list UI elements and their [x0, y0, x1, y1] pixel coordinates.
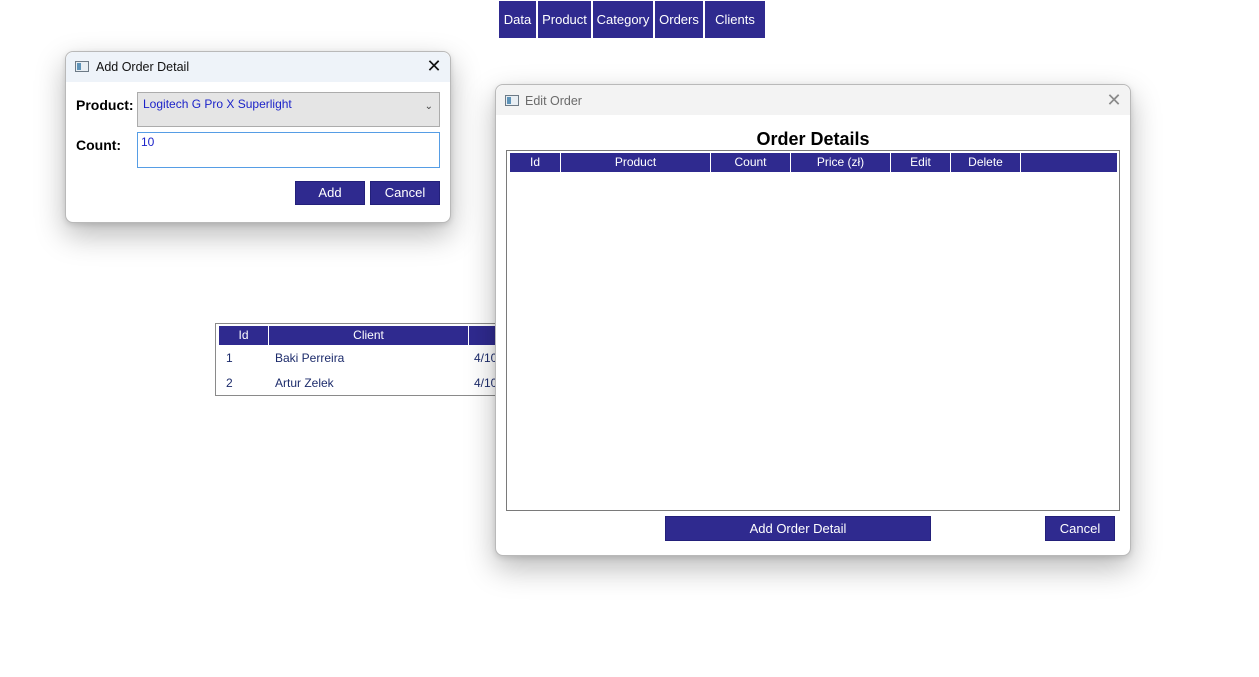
grid-col-edit[interactable]: Edit — [891, 153, 951, 172]
row-date: 4/10 — [474, 351, 498, 365]
row-id: 2 — [226, 376, 233, 390]
count-label: Count: — [76, 137, 122, 153]
edit-order-window: Edit Order ✕ Order Details Id Product Co… — [495, 84, 1131, 556]
add-order-detail-window: Add Order Detail ✕ Product: Logitech G P… — [65, 51, 451, 223]
app-window-icon — [505, 95, 519, 106]
grid-col-id[interactable]: Id — [510, 153, 561, 172]
row-id: 1 — [226, 351, 233, 365]
grid-col-price[interactable]: Price (zł) — [791, 153, 891, 172]
product-select[interactable]: Logitech G Pro X Superlight ⌄ — [137, 92, 440, 127]
close-icon[interactable]: ✕ — [1106, 91, 1122, 109]
product-label: Product: — [76, 97, 134, 113]
edit-order-titlebar[interactable]: Edit Order ✕ — [496, 85, 1130, 115]
add-button[interactable]: Add — [295, 181, 365, 205]
menu-category-button[interactable]: Category — [593, 1, 653, 38]
edit-cancel-button[interactable]: Cancel — [1045, 516, 1115, 541]
orders-col-id[interactable]: Id — [219, 326, 268, 345]
edit-order-title: Edit Order — [525, 94, 582, 108]
add-cancel-button[interactable]: Cancel — [370, 181, 440, 205]
grid-col-filler — [1021, 153, 1117, 172]
menu-data-button[interactable]: Data — [499, 1, 536, 38]
order-details-grid[interactable]: Id Product Count Price (zł) Edit Delete — [506, 150, 1120, 511]
order-details-heading: Order Details — [756, 129, 870, 149]
close-icon[interactable]: ✕ — [426, 57, 442, 75]
add-detail-titlebar[interactable]: Add Order Detail ✕ — [66, 52, 450, 82]
grid-col-count[interactable]: Count — [711, 153, 791, 172]
row-client: Baki Perreira — [275, 351, 345, 365]
add-order-detail-button[interactable]: Add Order Detail — [665, 516, 931, 541]
product-select-value: Logitech G Pro X Superlight — [143, 97, 292, 111]
menu-product-button[interactable]: Product — [538, 1, 591, 38]
chevron-down-icon: ⌄ — [424, 101, 433, 112]
menu-orders-button[interactable]: Orders — [655, 1, 703, 38]
grid-col-delete[interactable]: Delete — [951, 153, 1021, 172]
add-detail-title: Add Order Detail — [96, 60, 190, 74]
count-field-value: 10 — [141, 135, 155, 149]
orders-col-client[interactable]: Client — [269, 326, 468, 345]
orders-table: Id Client 1 Baki Perreira 4/10 2 Artur Z… — [215, 323, 515, 396]
app-window-icon — [75, 61, 89, 72]
row-client: Artur Zelek — [275, 376, 334, 390]
menu-clients-button[interactable]: Clients — [705, 1, 765, 38]
count-field[interactable]: 10 — [137, 132, 440, 168]
grid-col-product[interactable]: Product — [561, 153, 711, 172]
row-date: 4/10 — [474, 376, 498, 390]
